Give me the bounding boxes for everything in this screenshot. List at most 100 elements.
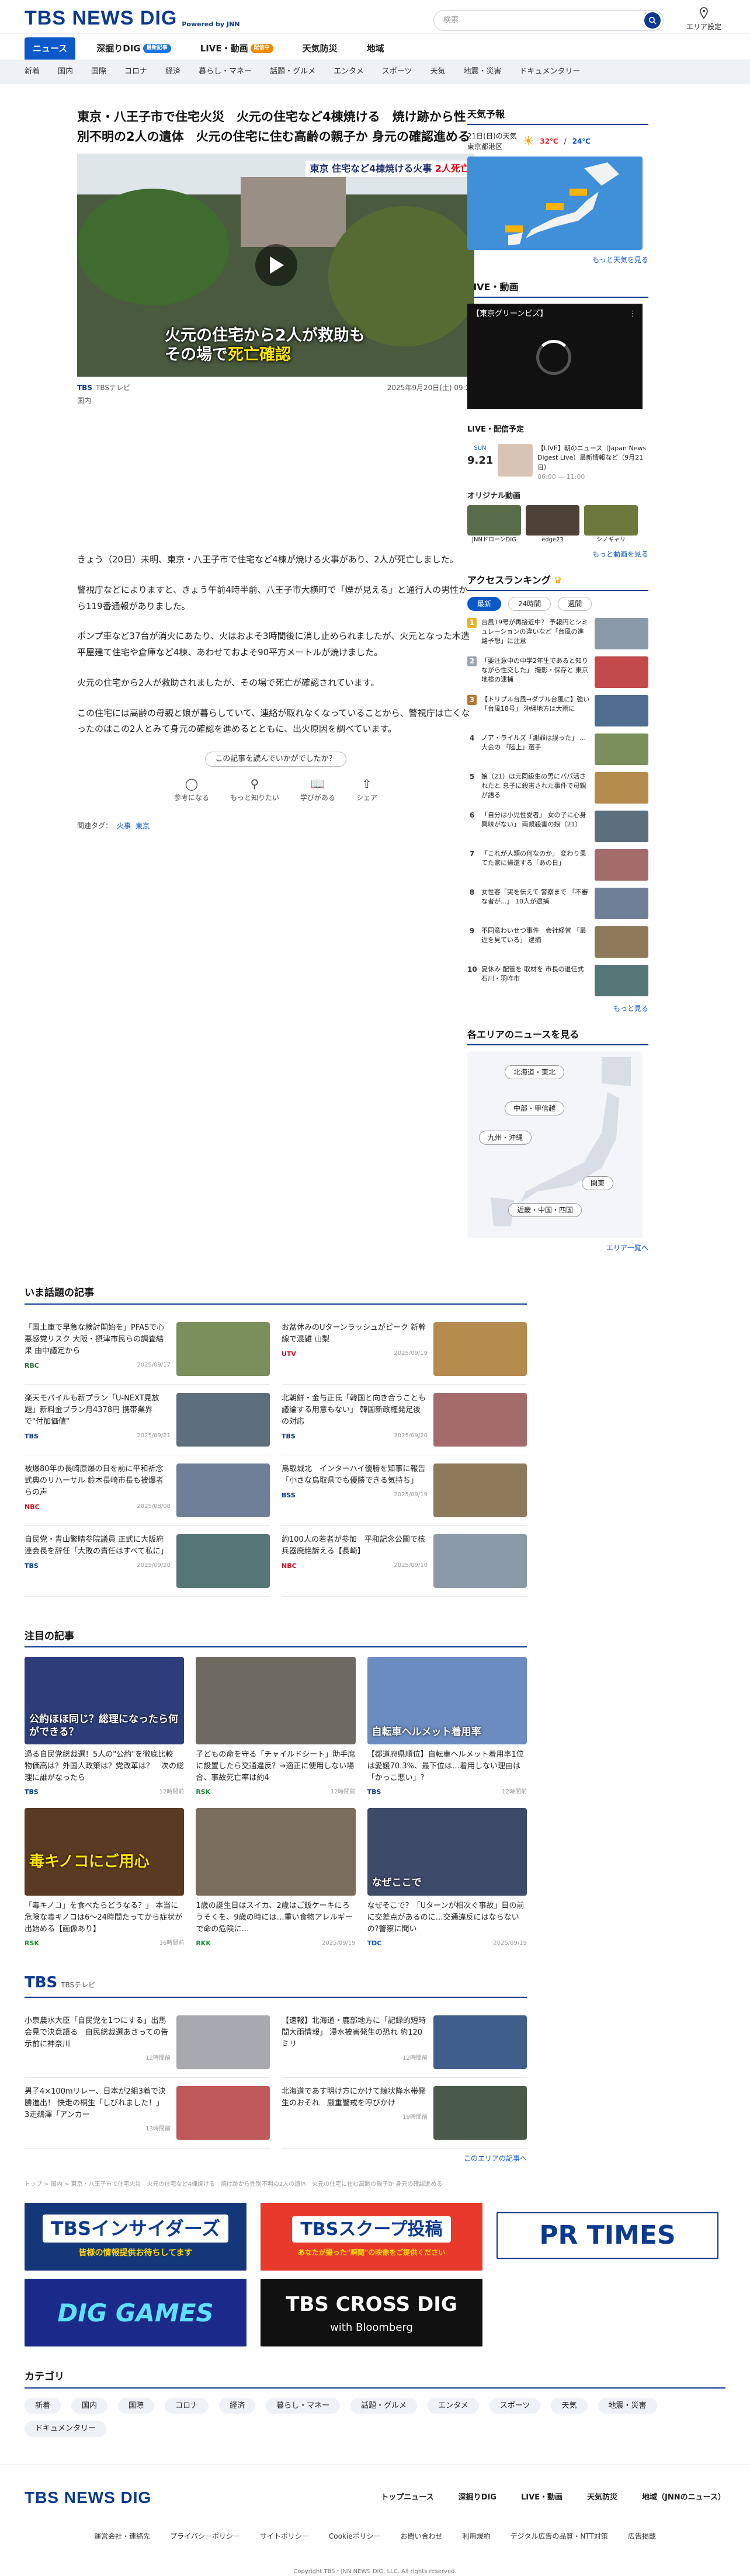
ranking-item[interactable]: 3 【トリプル台風→ダブル台風に】強い「台風18号」 沖縄地方は大雨に [467, 695, 648, 726]
featured-card[interactable]: 公約ほほ同じ？総理になったら何ができる？ 過る自民党総裁選！5人の"公約"を徹底比… [25, 1657, 185, 1798]
footer-link[interactable]: お問い合わせ [401, 2531, 443, 2542]
tbs-more-link[interactable]: このエリアの記事へ [25, 2153, 527, 2164]
reaction-useful[interactable]: ◯ 参考になる [174, 775, 209, 803]
footer-nav-item[interactable]: 地域（JNNのニュース） [642, 2492, 725, 2504]
footer-link[interactable]: Cookieポリシー [329, 2531, 381, 2542]
ranking-tab-weekly[interactable]: 週間 [558, 597, 592, 611]
footer-logo[interactable]: TBS NEWS DIG [25, 2488, 151, 2508]
ranking-tab-latest[interactable]: 最新 [467, 597, 502, 611]
share-button[interactable]: ⇧ シェア [356, 775, 377, 803]
topic-card[interactable]: 約100人の若者が参加 平和記念公園で核兵器廃絶訴える【長崎】 NBC 2025/0… [282, 1526, 527, 1597]
area-kyushu[interactable]: 九州・沖縄 [479, 1131, 532, 1145]
area-chubu[interactable]: 中部・甲信越 [505, 1101, 565, 1115]
footer-nav-item[interactable]: トップニュース [381, 2492, 433, 2504]
subnav-item[interactable]: 国際 [91, 66, 106, 78]
category-chip[interactable]: 話題・グルメ [350, 2397, 418, 2414]
topic-card[interactable]: 「国土庫で早急な検討開始を」PFASで心悪感覚リスク 大阪・摂津市民らの調査結果… [25, 1314, 270, 1385]
footer-nav-item[interactable]: 深掘りDIG [459, 2492, 496, 2504]
category-chip[interactable]: 経済 [219, 2397, 256, 2414]
featured-card[interactable]: 自転車ヘルメット着用率 【都道府県順位】自転車ヘルメット着用率1位は愛媛70.3%… [367, 1657, 527, 1798]
original-video-item[interactable]: JNNドローンDIG [467, 505, 521, 544]
area-setting-button[interactable]: エリア設定 [685, 7, 723, 32]
original-video-item[interactable]: edge23 [526, 505, 579, 544]
category-chip[interactable]: スポーツ [489, 2397, 541, 2414]
category-chip[interactable]: 新着 [25, 2397, 61, 2414]
category-chip[interactable]: コロナ [165, 2397, 209, 2414]
topic-card[interactable]: 北朝鮮・金与正氏「韓国と向き合うことも議論する用意もない」 韓国新政権発足後の対… [282, 1385, 527, 1455]
tbs-card[interactable]: 【速報】北海道・鹿部地方に「記録的短時間大雨情報」 浸水被害発生の恐れ 約120… [282, 2007, 527, 2078]
subnav-item[interactable]: 経済 [165, 66, 180, 78]
category-chip[interactable]: エンタメ [428, 2397, 479, 2414]
footer-nav-item[interactable]: LIVE・動画 [521, 2492, 562, 2504]
subnav-item[interactable]: 暮らし・マネー [199, 66, 252, 78]
breadcrumb[interactable]: トップ > 国内 > 東京・八王子市で住宅火災 火元の住宅など4棟焼ける 焼け跡… [0, 2180, 526, 2189]
featured-card[interactable]: 1歳の誕生日はスイカ、2歳はご飯ケーキにろうそくを、9歳の時には…重い食物アレル… [196, 1807, 356, 1949]
subnav-item[interactable]: 国内 [58, 66, 73, 78]
footer-link[interactable]: サイトポリシー [260, 2531, 309, 2542]
area-hokkaido-tohoku[interactable]: 北海道・東北 [505, 1065, 565, 1079]
play-icon[interactable] [255, 244, 297, 287]
ranking-item[interactable]: 5 娘（21）は元同級生の男にパパ活されたと 息子に殺害された事件で母親が語る [467, 772, 648, 804]
nav-dig[interactable]: 深掘りDIG 最新記事 [88, 37, 179, 60]
reaction-know-more[interactable]: ⚲ もっと知りたい [230, 775, 279, 803]
ranking-item[interactable]: 1 台風19号が再接近中？ 予報円とシミュレーションの違いなど「台風の進路予想」に… [467, 618, 648, 649]
footer-link[interactable]: プライバシーポリシー [170, 2531, 240, 2542]
category-chip[interactable]: 地震・災害 [598, 2397, 657, 2414]
topic-card[interactable]: 自民党・青山繁晴参院議員 正式に大阪府連会長を辞任「大敗の責任はすべて私に」 TB… [25, 1526, 270, 1597]
subnav-item[interactable]: 話題・グルメ [270, 66, 315, 78]
footer-link[interactable]: デジタル広告の品質・NTT対策 [511, 2531, 608, 2542]
area-kanto[interactable]: 関東 [582, 1176, 614, 1190]
original-video-item[interactable]: シノギャリ [584, 505, 638, 544]
topic-card[interactable]: お盆休みのUターンラッシュがピーク 新幹線で混雑 山梨 UTV 2025/09/19 [282, 1314, 527, 1385]
category-chip[interactable]: 国際 [118, 2397, 155, 2414]
tag-link[interactable]: 東京 [136, 822, 150, 830]
category-chip[interactable]: 天気 [551, 2397, 588, 2414]
banner-prtimes[interactable]: PR TIMES [496, 2212, 718, 2259]
site-logo[interactable]: TBS NEWS DIG Powered by JNN [25, 8, 240, 28]
search-icon[interactable] [644, 12, 661, 29]
video-more-link[interactable]: もっと動画を見る [467, 549, 648, 559]
topic-card[interactable]: 楽天モバイルも新プラン「U-NEXT見放題」新料金プラン月4378円 携帯業界で… [25, 1385, 270, 1455]
ranking-item[interactable]: 9 不同意わいせつ事件 会社経営 「最近を見ている」 逮捕 [467, 926, 648, 958]
tag-link[interactable]: 火事 [117, 822, 131, 830]
live-player[interactable]: 【東京グリーンビズ】 ⋮ [467, 304, 643, 409]
category-chip[interactable]: 暮らし・マネー [266, 2397, 341, 2414]
footer-link[interactable]: 広告掲載 [628, 2531, 656, 2542]
weather-map[interactable] [467, 157, 643, 250]
tbs-card[interactable]: 男子4×100mリレー、日本が2組3着で決勝進出！ 快走の桐生「しびれました！」… [25, 2078, 270, 2149]
tbs-card[interactable]: 北海道であす明け方にかけて線状降水帯発生のおそれ 厳重警戒を呼びかけ 19時間前 [282, 2078, 527, 2149]
ranking-item[interactable]: 8 女性客「実を伝えて 警察まで 「不審な者が...」 10人が逮捕 [467, 888, 648, 919]
ranking-item[interactable]: 2 「要注意中の中学2年生であると知りながら性交した」 撮影・保存と 東京地検の逮… [467, 656, 648, 688]
article-video[interactable]: 東京 住宅など4棟焼ける火事 2人死亡 火元の住宅から2人が救助も その場で死亡… [77, 154, 474, 377]
subnav-item[interactable]: ドキュメンタリー [520, 66, 581, 78]
ranking-item[interactable]: 6 「自分は小児性愛者」 女の子に心身興味がない」 両親殺害の娘（21） [467, 811, 648, 842]
nav-live[interactable]: LIVE・動画 配信中 [192, 37, 282, 60]
footer-link[interactable]: 運営会社・連絡先 [94, 2531, 150, 2542]
ranking-item[interactable]: 7 「これが人類の何なのか」 変わり果てた家に帰還する「あの日」 [467, 849, 648, 881]
ranking-item[interactable]: 10 夏休み 配管を 取材を 市長の退任式 石川・羽咋市 [467, 965, 648, 996]
live-schedule-item[interactable]: SUN 9.21 【LIVE】朝のニュース（Japan News Digest L… [467, 443, 648, 482]
area-kinki[interactable]: 近畿・中国・四国 [508, 1203, 582, 1217]
banner-dig-games[interactable]: DIG GAMES [25, 2279, 246, 2346]
article-category[interactable]: 国内 [77, 395, 422, 406]
more-vertical-icon[interactable]: ⋮ [629, 308, 637, 320]
featured-card[interactable]: 毒キノコにご用心 「毒キノコ」を食べたらどうなる？」 本当に危険な毒キノコは6〜2… [25, 1807, 185, 1949]
footer-nav-item[interactable]: 天気防災 [587, 2492, 617, 2504]
nav-area[interactable]: 地域 [359, 37, 393, 60]
category-chip[interactable]: ドキュメンタリー [25, 2421, 107, 2437]
category-chip[interactable]: 国内 [71, 2397, 108, 2414]
nav-weather[interactable]: 天気防災 [294, 37, 346, 60]
featured-card[interactable]: なぜここで なぜそこで？「Uターンが相次ぐ事故」目の前に交差点があるのに…交通違反… [367, 1807, 527, 1949]
tbs-card[interactable]: 小泉農水大臣「自民党を1つにする」出馬会見で決意語る 自民総裁選あさっての告示前… [25, 2007, 270, 2078]
banner-scoop[interactable]: TBSスクープ投稿 あなたが撮った"瞬間"の映像をご提供ください [261, 2203, 482, 2271]
topic-card[interactable]: 被爆80年の長崎原爆の日を前に平和祈念式典のリハーサル 鈴木長崎市長も被爆者らの… [25, 1455, 270, 1526]
search-input[interactable]: 検索 [433, 10, 664, 31]
subnav-item[interactable]: 新着 [25, 66, 40, 78]
subnav-item[interactable]: エンタメ [334, 66, 364, 78]
banner-insiders[interactable]: TBSインサイダーズ 皆様の情報提供お待ちしてます [25, 2203, 246, 2271]
ranking-more-link[interactable]: もっと見る [467, 1003, 648, 1014]
topic-card[interactable]: 鳥取城北 インターハイ優勝を知事に報告「小さな鳥取県でも優勝できる気持ち」 BSS… [282, 1455, 527, 1526]
subnav-item[interactable]: スポーツ [382, 66, 412, 78]
banner-cross-dig[interactable]: TBS CROSS DIG with Bloomberg [261, 2279, 482, 2346]
featured-card[interactable]: 子どもの命を守る「チャイルドシート」助手席に設置したら交通違反？→適正に使用しな… [196, 1657, 356, 1798]
